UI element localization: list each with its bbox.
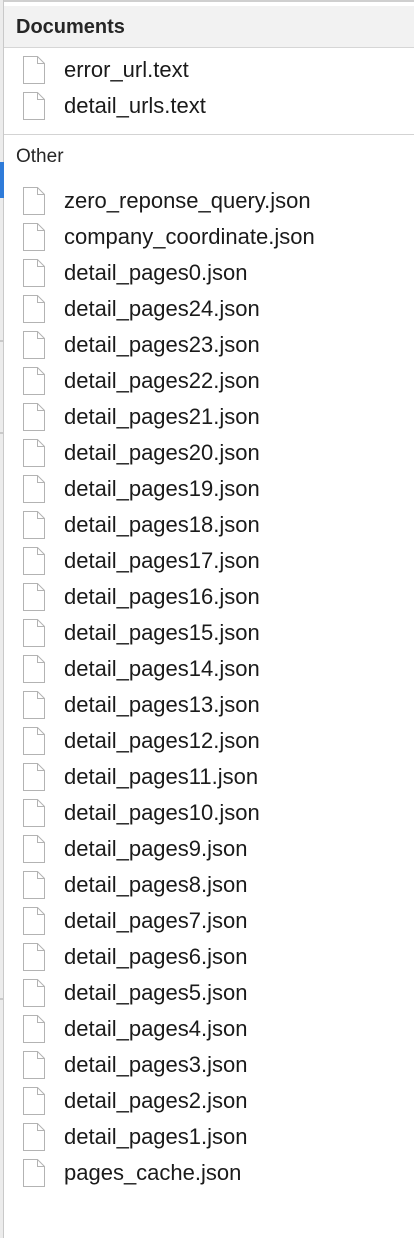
document-icon [23, 511, 45, 539]
file-name: detail_pages23.json [64, 332, 260, 357]
file-row[interactable]: detail_pages9.json [4, 831, 414, 867]
file-name: detail_pages2.json [64, 1088, 248, 1113]
file-name: detail_pages13.json [64, 692, 260, 717]
file-row[interactable]: detail_pages21.json [4, 399, 414, 435]
file-row[interactable]: detail_pages19.json [4, 471, 414, 507]
file-name: detail_pages7.json [64, 908, 248, 933]
document-icon [23, 1123, 45, 1151]
file-name: detail_pages6.json [64, 944, 248, 969]
file-row[interactable]: detail_pages23.json [4, 327, 414, 363]
file-name: detail_pages21.json [64, 404, 260, 429]
file-name: zero_reponse_query.json [64, 188, 311, 213]
file-list-panel: Documents error_url.text detail_urls.text… [4, 0, 414, 1238]
document-icon [23, 907, 45, 935]
document-icon [23, 403, 45, 431]
file-row[interactable]: error_url.text [4, 52, 414, 88]
file-name: detail_pages18.json [64, 512, 260, 537]
file-name: detail_pages14.json [64, 656, 260, 681]
document-icon [23, 92, 45, 120]
document-icon [23, 619, 45, 647]
file-name: company_coordinate.json [64, 224, 315, 249]
file-name: error_url.text [64, 57, 189, 82]
document-icon [23, 295, 45, 323]
file-row[interactable]: detail_pages16.json [4, 579, 414, 615]
file-row[interactable]: detail_pages4.json [4, 1011, 414, 1047]
document-icon [23, 1051, 45, 1079]
other-section-header: Other [16, 146, 64, 167]
document-icon [23, 835, 45, 863]
file-row[interactable]: detail_pages18.json [4, 507, 414, 543]
file-row[interactable]: detail_pages6.json [4, 939, 414, 975]
file-row[interactable]: detail_pages11.json [4, 759, 414, 795]
document-icon [23, 799, 45, 827]
file-name: detail_pages17.json [64, 548, 260, 573]
document-icon [23, 259, 45, 287]
file-name: detail_pages15.json [64, 620, 260, 645]
document-icon [23, 475, 45, 503]
file-row[interactable]: detail_pages24.json [4, 291, 414, 327]
document-icon [23, 871, 45, 899]
file-name: detail_pages5.json [64, 980, 248, 1005]
file-name: detail_pages10.json [64, 800, 260, 825]
document-icon [23, 1087, 45, 1115]
file-name: detail_pages16.json [64, 584, 260, 609]
file-row[interactable]: detail_pages15.json [4, 615, 414, 651]
document-icon [23, 223, 45, 251]
panel-top-border [4, 0, 414, 2]
documents-file-list: error_url.text detail_urls.text [4, 48, 414, 124]
file-row[interactable]: detail_pages3.json [4, 1047, 414, 1083]
file-name: detail_pages1.json [64, 1124, 248, 1149]
file-name: detail_pages8.json [64, 872, 248, 897]
file-row[interactable]: detail_pages7.json [4, 903, 414, 939]
file-row[interactable]: detail_pages5.json [4, 975, 414, 1011]
other-file-list: zero_reponse_query.json company_coordinat… [4, 179, 414, 1191]
file-name: detail_pages0.json [64, 260, 248, 285]
file-name: detail_pages3.json [64, 1052, 248, 1077]
document-icon [23, 439, 45, 467]
document-icon [23, 56, 45, 84]
document-icon [23, 943, 45, 971]
document-icon [23, 1015, 45, 1043]
file-row[interactable]: detail_pages22.json [4, 363, 414, 399]
document-icon [23, 1159, 45, 1187]
file-row[interactable]: zero_reponse_query.json [4, 183, 414, 219]
document-icon [23, 727, 45, 755]
file-row[interactable]: detail_pages17.json [4, 543, 414, 579]
file-name: detail_pages12.json [64, 728, 260, 753]
document-icon [23, 979, 45, 1007]
file-row[interactable]: detail_pages10.json [4, 795, 414, 831]
documents-section-header: Documents [4, 6, 414, 48]
file-row[interactable]: detail_pages12.json [4, 723, 414, 759]
file-name: detail_pages20.json [64, 440, 260, 465]
file-row[interactable]: detail_pages8.json [4, 867, 414, 903]
file-row[interactable]: company_coordinate.json [4, 219, 414, 255]
file-name: detail_pages11.json [64, 764, 259, 789]
file-name: detail_pages24.json [64, 296, 260, 321]
document-icon [23, 655, 45, 683]
file-row[interactable]: detail_pages0.json [4, 255, 414, 291]
file-name: detail_pages22.json [64, 368, 260, 393]
file-row[interactable]: detail_urls.text [4, 88, 414, 124]
document-icon [23, 547, 45, 575]
file-name: detail_pages19.json [64, 476, 260, 501]
file-row[interactable]: detail_pages14.json [4, 651, 414, 687]
file-row[interactable]: detail_pages1.json [4, 1119, 414, 1155]
document-icon [23, 187, 45, 215]
file-name: detail_pages9.json [64, 836, 248, 861]
document-icon [23, 331, 45, 359]
document-icon [23, 763, 45, 791]
document-icon [23, 367, 45, 395]
file-row[interactable]: detail_pages20.json [4, 435, 414, 471]
file-name: detail_pages4.json [64, 1016, 248, 1041]
file-name: detail_urls.text [64, 93, 206, 118]
file-name: pages_cache.json [64, 1160, 242, 1185]
document-icon [23, 583, 45, 611]
file-row[interactable]: detail_pages13.json [4, 687, 414, 723]
file-row[interactable]: detail_pages2.json [4, 1083, 414, 1119]
document-icon [23, 691, 45, 719]
file-row[interactable]: pages_cache.json [4, 1155, 414, 1191]
